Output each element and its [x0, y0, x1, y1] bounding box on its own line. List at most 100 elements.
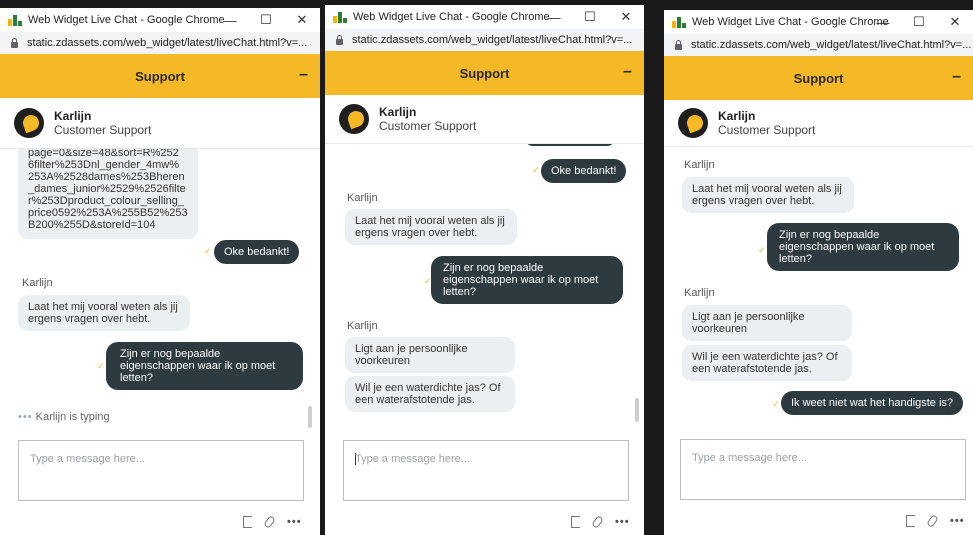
message-list[interactable]: ✓ Oke bedankt! Karlijn Laat het mij voor… — [325, 144, 644, 441]
delivered-check-icon: ✓ — [97, 361, 105, 371]
window-title: Web Widget Live Chat - Google Chrome — [353, 11, 550, 23]
maximize-button[interactable]: ☐ — [572, 5, 608, 29]
minimize-widget-button[interactable]: – — [952, 68, 961, 86]
window-title: Web Widget Live Chat - Google Chrome — [28, 14, 225, 26]
outgoing-message: Oke bedankt! — [541, 159, 627, 183]
incoming-message: Wil je een waterdichte jas? Of een water… — [682, 345, 852, 381]
delivered-check-icon: ✓ — [758, 245, 766, 255]
message-list[interactable]: page=0&size=48&sort=R%252 6filter%253Dnl… — [0, 149, 320, 439]
agent-role: Customer Support — [379, 119, 477, 133]
title-bar: Web Widget Live Chat - Google Chrome — ☐… — [325, 5, 644, 29]
minimize-widget-button[interactable]: – — [623, 63, 632, 81]
more-options-icon[interactable]: ••• — [615, 516, 630, 528]
outgoing-message — [525, 144, 615, 146]
address-bar[interactable]: static.zdassets.com/web_widget/latest/li… — [0, 32, 320, 54]
chat-window-1: Web Widget Live Chat - Google Chrome — ☐… — [0, 8, 320, 535]
lock-icon — [336, 34, 343, 45]
message-input[interactable]: Type a message here... — [343, 440, 629, 501]
zendesk-favicon-icon — [333, 11, 347, 23]
typing-indicator: ••• Karlijn is typing — [18, 411, 110, 423]
lock-icon — [11, 37, 18, 48]
message-list[interactable]: Karlijn Laat het mij vooral weten als ji… — [664, 147, 973, 443]
chat-footer: ••• — [571, 515, 630, 529]
agent-name: Karlijn — [379, 105, 417, 119]
url-text: static.zdassets.com/web_widget/latest/li… — [27, 37, 308, 49]
close-button[interactable]: ✕ — [284, 8, 320, 32]
zendesk-favicon-icon — [8, 14, 22, 26]
delivered-check-icon: ✓ — [204, 246, 212, 256]
agent-role: Customer Support — [54, 123, 152, 137]
close-button[interactable]: ✕ — [937, 10, 973, 34]
outgoing-message: Zijn er nog bepaalde eigenschappen waar … — [431, 256, 623, 304]
minimize-button[interactable]: — — [212, 8, 248, 32]
message-sender: Karlijn — [22, 277, 53, 289]
address-bar[interactable]: static.zdassets.com/web_widget/latest/li… — [325, 29, 644, 51]
agent-name: Karlijn — [54, 109, 92, 123]
url-text: static.zdassets.com/web_widget/latest/li… — [691, 39, 972, 51]
delivered-check-icon: ✓ — [532, 165, 540, 175]
chat-footer: ••• — [243, 515, 302, 529]
address-bar[interactable]: static.zdassets.com/web_widget/latest/li… — [664, 34, 973, 56]
message-input-placeholder: Type a message here... — [692, 452, 807, 464]
typing-dots-icon: ••• — [18, 411, 33, 423]
incoming-message: Laat het mij vooral weten als jij ergens… — [345, 209, 517, 245]
close-button[interactable]: ✕ — [608, 5, 644, 29]
agent-avatar — [339, 104, 369, 134]
outgoing-message: Zijn er nog bepaalde eigenschappen waar … — [106, 342, 303, 390]
attachment-icon[interactable] — [591, 515, 604, 529]
more-options-icon[interactable]: ••• — [950, 515, 965, 527]
title-bar: Web Widget Live Chat - Google Chrome — ☐… — [0, 8, 320, 32]
minimize-button[interactable]: — — [865, 10, 901, 34]
url-text: static.zdassets.com/web_widget/latest/li… — [352, 34, 633, 46]
widget-header: Support – — [325, 51, 644, 95]
end-chat-icon[interactable] — [243, 516, 252, 528]
minimize-button[interactable]: — — [536, 5, 572, 29]
minimize-widget-button[interactable]: – — [299, 66, 308, 84]
lock-icon — [675, 39, 682, 50]
typing-text: Karlijn is typing — [35, 411, 110, 423]
agent-bar: Karlijn Customer Support — [325, 95, 644, 144]
agent-avatar — [678, 108, 708, 138]
widget-header: Support – — [664, 56, 973, 100]
message-sender: Karlijn — [347, 320, 378, 332]
end-chat-icon[interactable] — [571, 516, 580, 528]
maximize-button[interactable]: ☐ — [248, 8, 284, 32]
agent-avatar — [14, 108, 44, 138]
window-title: Web Widget Live Chat - Google Chrome — [692, 16, 889, 28]
message-input-placeholder: Type a message here... — [355, 453, 470, 465]
more-options-icon[interactable]: ••• — [287, 516, 302, 528]
scrollbar[interactable] — [635, 398, 639, 422]
widget-header: Support – — [0, 54, 320, 98]
agent-name: Karlijn — [718, 109, 756, 123]
outgoing-message: Oke bedankt! — [214, 240, 300, 264]
message-sender: Karlijn — [684, 159, 715, 171]
widget-title: Support — [793, 70, 844, 86]
end-chat-icon[interactable] — [906, 515, 915, 527]
message-input-placeholder: Type a message here... — [30, 453, 145, 465]
incoming-message: Wil je een waterdichte jas? Of een water… — [345, 376, 515, 412]
incoming-message: Laat het mij vooral weten als jij ergens… — [682, 177, 854, 213]
outgoing-message: Zijn er nog bepaalde eigenschappen waar … — [767, 223, 959, 271]
maximize-button[interactable]: ☐ — [901, 10, 937, 34]
zendesk-favicon-icon — [672, 16, 686, 28]
message-sender: Karlijn — [684, 287, 715, 299]
attachment-icon[interactable] — [926, 514, 939, 528]
message-input[interactable]: Type a message here... — [18, 440, 304, 501]
chat-window-2: Web Widget Live Chat - Google Chrome — ☐… — [325, 5, 644, 535]
title-bar: Web Widget Live Chat - Google Chrome — ☐… — [664, 10, 973, 34]
scrollbar[interactable] — [308, 406, 312, 428]
agent-bar: Karlijn Customer Support — [0, 98, 320, 149]
attachment-icon[interactable] — [263, 515, 276, 529]
incoming-message: Laat het mij vooral weten als jij ergens… — [18, 295, 190, 331]
chat-footer: ••• — [906, 514, 965, 528]
incoming-message: Ligt aan je persoonlijke voorkeuren — [682, 305, 852, 341]
agent-role: Customer Support — [718, 123, 816, 137]
message-input[interactable]: Type a message here... — [680, 439, 966, 500]
delivered-check-icon: ✓ — [772, 399, 780, 409]
incoming-message: Ligt aan je persoonlijke voorkeuren — [345, 337, 515, 373]
message-sender: Karlijn — [347, 192, 378, 204]
widget-title: Support — [135, 68, 185, 84]
agent-bar: Karlijn Customer Support — [664, 100, 973, 147]
chat-window-3: Web Widget Live Chat - Google Chrome — ☐… — [664, 10, 973, 535]
outgoing-message: Ik weet niet wat het handigste is? — [781, 391, 964, 415]
